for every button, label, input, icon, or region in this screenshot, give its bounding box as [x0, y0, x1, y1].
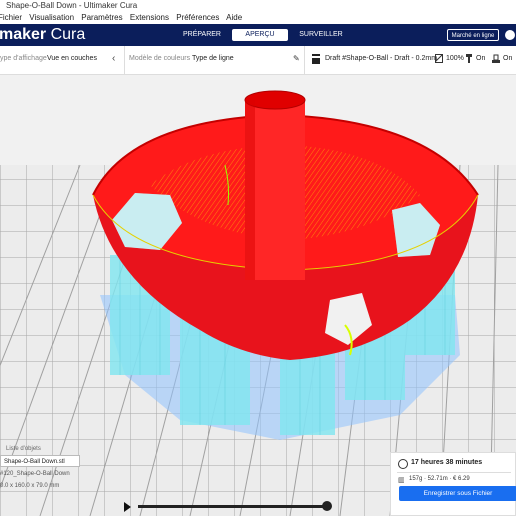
account-icon[interactable] — [505, 30, 515, 40]
menu-view[interactable]: Visualisation — [29, 13, 74, 22]
menu-extensions[interactable]: Extensions — [130, 13, 169, 22]
window-title: Shape-O-Ball Down - Ultimaker Cura — [6, 1, 138, 10]
material-icon: ▥ — [398, 477, 405, 484]
print-profile-selector[interactable]: Draft #Shape-O-Ball - Draft - 0.2mm — [325, 55, 437, 62]
menu-preferences[interactable]: Préférences — [176, 13, 219, 22]
window-title-bar: Shape-O-Ball Down - Ultimaker Cura — [0, 0, 516, 12]
menu-settings[interactable]: Paramètres — [81, 13, 122, 22]
pencil-icon[interactable]: ✎ — [293, 54, 300, 63]
infill-value[interactable]: 100% — [446, 55, 464, 62]
view-type-dropdown[interactable]: Vue en couches — [47, 55, 97, 62]
toolbar-divider — [304, 46, 305, 74]
object-dimensions: 0.0 x 160.0 x 79.0 mm — [0, 483, 60, 489]
object-list-panel: Liste d'objets Shape-O-Ball Down.stl #12… — [0, 444, 130, 491]
print-estimate-panel: 17 heures 38 minutes ▥ 157g · 52.71m · €… — [390, 452, 516, 516]
view-toolbar: ype d'affichage Vue en couches ‹ Modèle … — [0, 46, 516, 75]
menu-file[interactable]: Fichier — [0, 13, 22, 22]
adhesion-value[interactable]: On — [503, 55, 512, 62]
object-name-field[interactable]: Shape-O-Ball Down.stl — [0, 455, 80, 467]
marketplace-button[interactable]: Marché en ligne — [447, 29, 499, 41]
object-machine-name: #120_Shape-O-Ball Down — [0, 471, 70, 477]
infill-icon — [435, 54, 443, 63]
tab-prepare[interactable]: PRÉPARER — [174, 29, 230, 41]
support-value[interactable]: On — [476, 55, 485, 62]
slider-handle[interactable] — [322, 501, 332, 511]
stage-tabs: PRÉPARER APERÇU SURVEILLER — [174, 29, 354, 41]
estimate-divider — [397, 472, 511, 473]
material-estimate: 157g · 52.71m · € 6.29 — [409, 476, 470, 482]
chevron-left-icon[interactable]: ‹ — [112, 53, 115, 64]
menu-bar: Fichier Visualisation Paramètres Extensi… — [0, 12, 516, 24]
app-header: maker Cura PRÉPARER APERÇU SURVEILLER Ma… — [0, 24, 516, 46]
view-type-label: ype d'affichage — [0, 55, 47, 62]
tab-monitor[interactable]: SURVEILLER — [290, 29, 352, 41]
profile-icon — [312, 56, 320, 64]
support-icon — [466, 54, 472, 63]
adhesion-icon — [492, 54, 500, 63]
color-scheme-dropdown[interactable]: Type de ligne — [192, 55, 234, 62]
play-icon[interactable] — [124, 502, 131, 512]
layer-path-slider[interactable] — [138, 505, 328, 508]
save-to-file-button[interactable]: Enregistrer sous Fichier — [399, 486, 516, 501]
clock-icon — [398, 459, 408, 469]
print-time: 17 heures 38 minutes — [411, 459, 483, 466]
app-logo: maker Cura — [0, 26, 86, 43]
tab-preview[interactable]: APERÇU — [232, 29, 288, 41]
toolbar-divider — [124, 46, 125, 74]
menu-help[interactable]: Aide — [226, 13, 242, 22]
object-list-title[interactable]: Liste d'objets — [0, 444, 130, 454]
color-scheme-label: Modèle de couleurs — [129, 55, 191, 62]
